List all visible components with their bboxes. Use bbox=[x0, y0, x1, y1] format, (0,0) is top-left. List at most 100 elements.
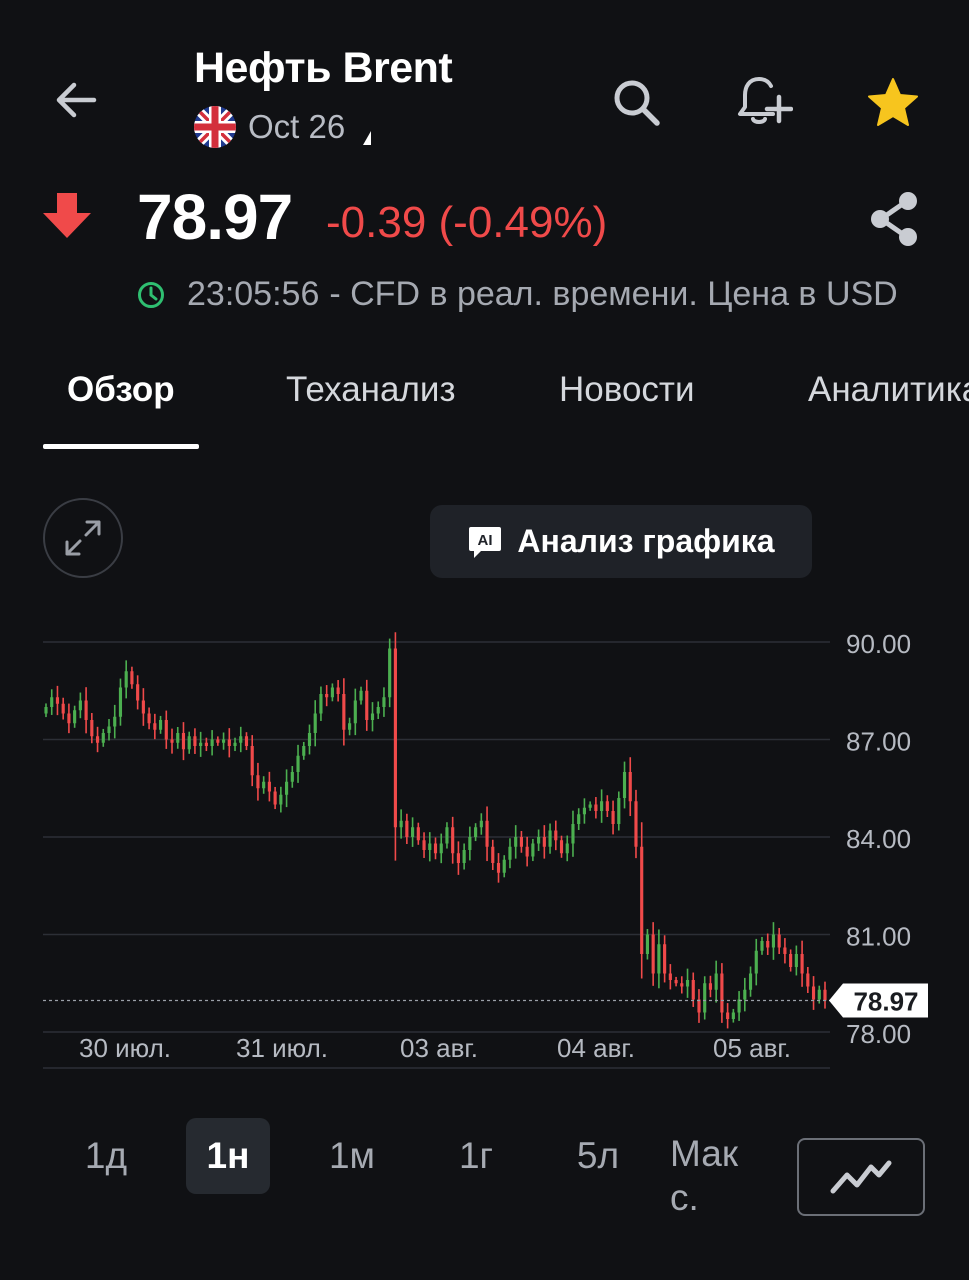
candle-body bbox=[800, 954, 804, 974]
candle-body bbox=[674, 980, 678, 984]
candle-body bbox=[823, 989, 827, 1001]
candle-body bbox=[302, 746, 306, 756]
last-price-label: 78.97 bbox=[853, 986, 918, 1016]
ai-badge-text: AI bbox=[478, 532, 493, 549]
candle-body bbox=[611, 811, 615, 824]
candle-body bbox=[508, 846, 512, 860]
candle-body bbox=[514, 837, 518, 847]
candle-body bbox=[290, 772, 294, 782]
quote-time: 23:05:56 bbox=[187, 275, 320, 313]
candle-body bbox=[708, 983, 713, 990]
candle-body bbox=[250, 746, 254, 776]
tab-news[interactable]: Новости bbox=[559, 370, 695, 410]
line-chart-icon bbox=[830, 1160, 892, 1194]
candle-body bbox=[193, 736, 197, 746]
tab-overview[interactable]: Обзор bbox=[67, 370, 175, 410]
period-1w[interactable]: 1н bbox=[186, 1118, 270, 1194]
y-tick-label: 87.00 bbox=[846, 727, 911, 757]
price-change: -0.39 (-0.49%) bbox=[326, 198, 608, 247]
x-tick-label: 05 авг. bbox=[713, 1033, 791, 1063]
candle-body bbox=[284, 781, 289, 795]
x-tick-label: 04 авг. bbox=[557, 1033, 635, 1063]
candle-body bbox=[325, 694, 329, 698]
candle-body bbox=[296, 755, 300, 772]
candle-body bbox=[622, 772, 627, 798]
candle-body bbox=[204, 742, 208, 746]
candle-body bbox=[754, 950, 758, 974]
candle-body bbox=[330, 687, 334, 698]
candle-body bbox=[136, 684, 140, 701]
period-1y[interactable]: 1г bbox=[434, 1118, 518, 1194]
candle-body bbox=[342, 694, 346, 730]
candle-body bbox=[279, 794, 283, 805]
price-chart[interactable]: 90.00 87.00 84.00 81.00 78.0078.97 30 июл. 31 … bbox=[0, 610, 969, 1080]
y-tick-label: 84.00 bbox=[846, 824, 911, 854]
share-button[interactable] bbox=[864, 188, 924, 250]
candle-body bbox=[428, 843, 432, 850]
candle-body bbox=[124, 671, 128, 688]
candle-body bbox=[760, 941, 764, 951]
candle-body bbox=[439, 843, 443, 854]
candle-body bbox=[273, 791, 277, 805]
candle-body bbox=[73, 710, 77, 724]
candle-body bbox=[199, 742, 203, 746]
candle-body bbox=[743, 989, 747, 1000]
candle-body bbox=[634, 801, 638, 847]
candle-body bbox=[164, 720, 168, 740]
candle-body bbox=[766, 941, 770, 948]
search-button[interactable] bbox=[604, 70, 668, 134]
candle-body bbox=[565, 843, 569, 854]
expand-chart-button[interactable] bbox=[43, 498, 123, 578]
candle-body bbox=[645, 934, 650, 954]
candle-body bbox=[685, 980, 690, 987]
chart-type-button[interactable] bbox=[797, 1138, 925, 1216]
candle-body bbox=[210, 739, 214, 746]
candle-body bbox=[548, 830, 552, 847]
clock-icon bbox=[138, 281, 164, 308]
candle-body bbox=[336, 687, 340, 694]
candle-body bbox=[731, 1012, 735, 1019]
candle-body bbox=[542, 837, 546, 847]
candle-body bbox=[256, 775, 260, 789]
period-1m[interactable]: 1м bbox=[310, 1118, 394, 1194]
candle-body bbox=[307, 733, 312, 746]
candle-body bbox=[577, 814, 581, 824]
period-max[interactable]: Макс. bbox=[670, 1132, 766, 1220]
candle-body bbox=[594, 804, 598, 811]
candle-body bbox=[84, 700, 88, 720]
candle-body bbox=[405, 820, 409, 837]
candle-body bbox=[628, 772, 632, 802]
candle-body bbox=[382, 697, 386, 707]
candle-body bbox=[393, 648, 397, 828]
ai-chart-analysis-button[interactable]: AI Анализ графика bbox=[430, 505, 812, 578]
contract-selector[interactable]: Oct 26 bbox=[194, 106, 372, 148]
candle-body bbox=[239, 736, 243, 743]
y-tick-label: 78.00 bbox=[846, 1019, 911, 1049]
candle-body bbox=[141, 700, 145, 714]
period-5y[interactable]: 5л bbox=[556, 1118, 640, 1194]
candle-body bbox=[44, 707, 48, 714]
tab-technical[interactable]: Теханализ bbox=[286, 370, 456, 410]
expand-icon bbox=[65, 520, 101, 556]
y-tick-label: 81.00 bbox=[846, 922, 911, 952]
candle-body bbox=[370, 713, 375, 720]
candle-body bbox=[531, 843, 535, 857]
x-tick-label: 03 авг. bbox=[400, 1033, 478, 1063]
candle-body bbox=[651, 934, 655, 974]
candle-body bbox=[703, 983, 707, 1013]
candle-body bbox=[657, 944, 661, 974]
candle-body bbox=[456, 853, 460, 863]
share-icon bbox=[871, 192, 917, 246]
section-tabs: Обзор Теханализ Новости Аналитика bbox=[0, 360, 969, 455]
candle-body bbox=[244, 736, 249, 746]
candle-body bbox=[216, 739, 220, 743]
candle-body bbox=[559, 840, 564, 854]
back-button[interactable] bbox=[46, 68, 106, 132]
period-1d[interactable]: 1д bbox=[64, 1118, 148, 1194]
candle-body bbox=[233, 742, 237, 746]
add-alert-button[interactable] bbox=[730, 68, 796, 134]
candle-body bbox=[445, 827, 449, 844]
page-title: Нефть Brent bbox=[194, 44, 453, 92]
tab-analytics[interactable]: Аналитика bbox=[808, 370, 969, 410]
favorite-button[interactable] bbox=[862, 72, 924, 134]
